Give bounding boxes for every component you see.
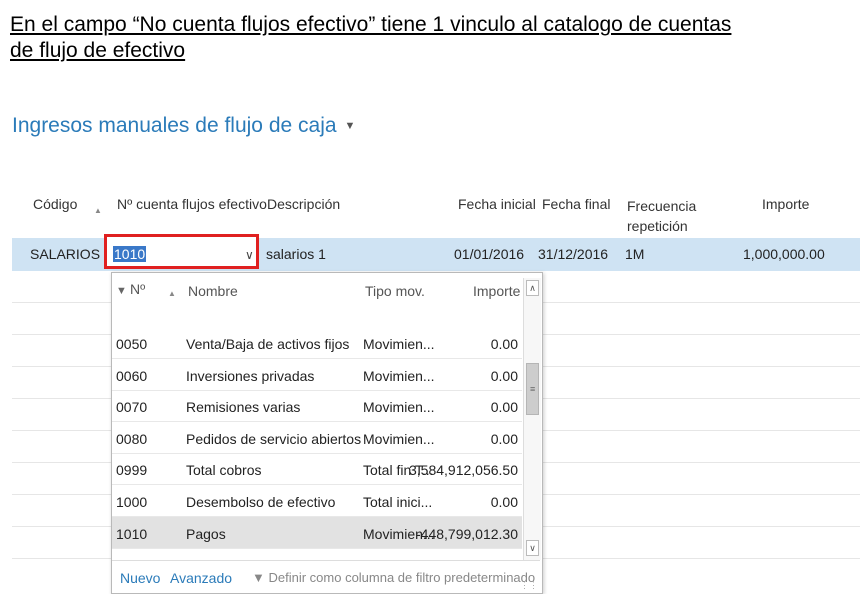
list-item[interactable]: 1000 Desembolso de efectivo Total inici...… [112, 485, 522, 517]
col-header-frecuencia-line2: repetición [627, 218, 688, 234]
dd-cell-importe: 0.00 [490, 494, 518, 510]
list-item[interactable]: 0050 Venta/Baja de activos fijos Movimien.… [112, 327, 522, 359]
set-default-filter-button[interactable]: ▼ Definir como columna de filtro predete… [252, 570, 535, 585]
dd-cell-no: 1000 [116, 494, 148, 510]
dd-cell-nombre: Pagos [186, 526, 226, 542]
caption-line-1: En el campo “No cuenta flujos efectivo” … [10, 13, 732, 36]
list-item[interactable]: 0999 Total cobros Total fin T... 3,584,912,… [112, 453, 522, 485]
page-title-text: Ingresos manuales de flujo de caja [12, 114, 337, 137]
dd-cell-importe: 0.00 [490, 431, 518, 447]
dd-cell-no: 0070 [116, 399, 148, 415]
col-header-cuenta[interactable]: Nº cuenta flujos efectivo [117, 196, 267, 212]
list-item[interactable]: 0070 Remisiones varias Movimien... 0.00 [112, 390, 522, 422]
dd-cell-no: 0050 [116, 336, 148, 352]
set-default-filter-label: Definir como columna de filtro predeterm… [268, 570, 536, 585]
dd-cell-importe: 0.00 [490, 336, 518, 352]
avanzado-link[interactable]: Avanzado [170, 570, 232, 586]
dd-cell-tipo: Movimien... [363, 336, 435, 352]
caption: En el campo “No cuenta flujos efectivo” … [10, 12, 860, 64]
dd-cell-nombre: Total cobros [186, 462, 262, 478]
dd-cell-tipo: Total inici... [363, 494, 433, 510]
dd-header-importe[interactable]: Importe [473, 283, 520, 299]
cell-fecha-final[interactable]: 31/12/2016 [538, 246, 608, 262]
cell-fecha-inicial[interactable]: 01/01/2016 [454, 246, 524, 262]
col-header-fecha-inicial[interactable]: Fecha inicial [458, 196, 536, 212]
dd-cell-no: 0060 [116, 368, 148, 384]
col-header-frecuencia-line1: Frecuencia [627, 198, 697, 214]
cell-codigo[interactable]: SALARIOS [30, 246, 100, 262]
grip-icon: ≡ [530, 384, 536, 394]
dd-cell-no: 0080 [116, 431, 148, 447]
filter-icon[interactable]: ▼ [116, 285, 127, 297]
dd-cell-importe: -448,799,012.30 [416, 526, 518, 542]
col-header-fecha-final[interactable]: Fecha final [542, 196, 610, 212]
sort-asc-icon: ▲ [94, 206, 102, 215]
col-header-frecuencia[interactable]: Frecuencia repetición [627, 196, 696, 236]
dd-cell-importe: 0.00 [490, 399, 518, 415]
dd-header-nombre[interactable]: Nombre [188, 283, 238, 299]
dd-cell-nombre: Desembolso de efectivo [186, 494, 336, 510]
dd-header-tipo[interactable]: Tipo mov. [365, 283, 425, 299]
nuevo-link[interactable]: Nuevo [120, 570, 160, 586]
caption-line-2: de flujo de efectivo [10, 39, 186, 62]
filter-icon: ▼ [252, 570, 269, 585]
cell-descripcion[interactable]: salarios 1 [266, 246, 326, 262]
dd-cell-tipo: Movimien... [363, 368, 435, 384]
list-item[interactable]: 0060 Inversiones privadas Movimien... 0.00 [112, 359, 522, 391]
scroll-down-icon[interactable]: ∨ [526, 540, 539, 556]
cuenta-flujo-value[interactable]: 1010 [113, 246, 147, 262]
chevron-down-icon[interactable]: ∨ [245, 248, 254, 262]
dd-cell-no: 0999 [116, 462, 148, 478]
dropdown-footer: Nuevo Avanzado ▼ Definir como columna de… [112, 560, 540, 593]
dd-cell-no: 1010 [116, 526, 148, 542]
sort-asc-icon: ▲ [168, 289, 176, 298]
dd-cell-nombre: Pedidos de servicio abiertos [186, 431, 362, 447]
cell-importe[interactable]: 1,000,000.00 [743, 246, 825, 262]
dd-cell-importe: 3,584,912,056.50 [409, 462, 518, 478]
list-item[interactable]: 0080 Pedidos de servicio abiertos Movimien… [112, 422, 522, 454]
dd-cell-nombre: Inversiones privadas [186, 368, 315, 384]
scrollbar-thumb[interactable]: ≡ [526, 363, 539, 415]
dd-cell-importe: 0.00 [490, 368, 518, 384]
col-header-descripcion[interactable]: Descripción [267, 196, 340, 212]
dd-header-no[interactable]: Nº [130, 281, 145, 297]
col-header-codigo[interactable]: Código [33, 196, 77, 212]
cell-frecuencia[interactable]: 1M [625, 246, 644, 262]
list-item[interactable]: 1010 Pagos Movimien... -448,799,012.30 [112, 517, 522, 549]
dd-cell-nombre: Venta/Baja de activos fijos [186, 336, 350, 352]
dd-cell-tipo: Movimien... [363, 399, 435, 415]
dd-cell-nombre: Remisiones varias [186, 399, 301, 415]
resize-grip-icon[interactable]: ⋮⋮ [520, 580, 538, 591]
account-lookup-dropdown[interactable]: ▼ Nº ▲ Nombre Tipo mov. Importe 0050 Vent… [111, 272, 543, 594]
dd-cell-tipo: Movimien... [363, 431, 435, 447]
chevron-down-icon[interactable]: ▼ [345, 120, 356, 132]
col-header-importe[interactable]: Importe [762, 196, 809, 212]
page-title[interactable]: Ingresos manuales de flujo de caja ▼ [12, 114, 355, 138]
scrollbar[interactable]: ∧ ≡ ∨ [523, 278, 541, 560]
scroll-up-icon[interactable]: ∧ [526, 280, 539, 296]
